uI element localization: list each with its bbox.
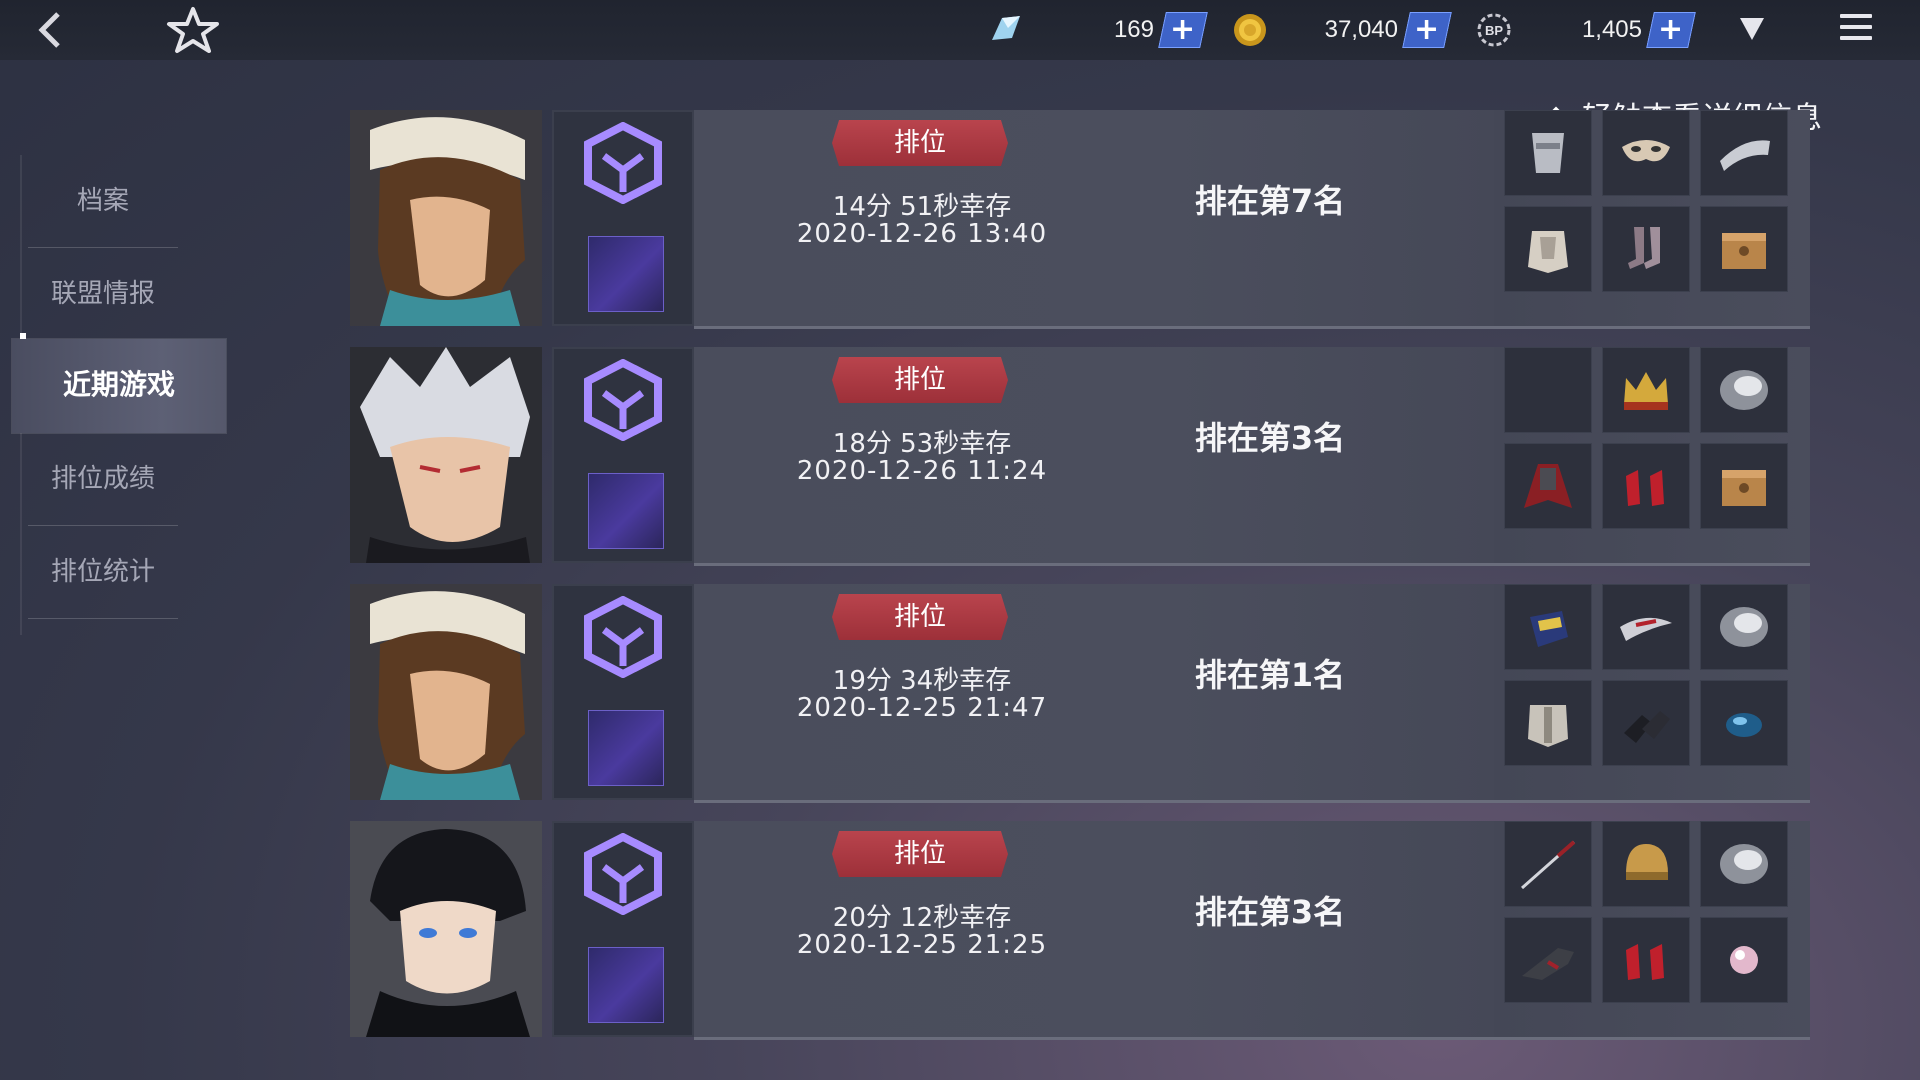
- arm-guard-icon[interactable]: [1700, 110, 1788, 196]
- sidebar-item-alliance-intel[interactable]: 联盟情报: [28, 248, 178, 340]
- character-portrait: [350, 110, 542, 326]
- survive-time: 18分 53秒幸存: [832, 429, 1012, 459]
- mode-badge: 排位: [832, 120, 1008, 166]
- character-thumbnail: [588, 710, 664, 786]
- mode-column: [552, 821, 694, 1037]
- item-grid: [1494, 110, 1810, 329]
- survive-time: 14分 51秒幸存: [832, 192, 1012, 222]
- character-portrait: [350, 584, 542, 800]
- mode-badge: 排位: [832, 831, 1008, 877]
- match-info: 排位 14分 51秒幸存 2020-12-26 13:40 排在第7名: [694, 110, 1494, 329]
- mode-badge: 排位: [832, 594, 1008, 640]
- character-thumbnail: [588, 947, 664, 1023]
- match-date: 2020-12-26 13:40: [796, 219, 1048, 249]
- dark-boots-icon[interactable]: [1602, 680, 1690, 766]
- match-date: 2020-12-25 21:25: [796, 930, 1048, 960]
- match-rank: 排在第7名: [1194, 182, 1346, 220]
- character-thumbnail: [588, 236, 664, 312]
- gun-icon[interactable]: [1504, 917, 1592, 1003]
- sidebar-item-rank-stats[interactable]: 排位统计: [28, 526, 178, 618]
- match-rank: 排在第1名: [1194, 656, 1346, 694]
- red-heels-icon[interactable]: [1602, 917, 1690, 1003]
- favorite-button[interactable]: [165, 6, 221, 54]
- match-info: 排位 20分 12秒幸存 2020-12-25 21:25 排在第3名: [694, 821, 1494, 1040]
- match-row[interactable]: 排位 19分 34秒幸存 2020-12-25 21:47 排在第1名: [350, 584, 1810, 803]
- match-rank: 排在第3名: [1194, 893, 1346, 931]
- mode-column: [552, 110, 694, 326]
- character-portrait: [350, 347, 542, 563]
- glove-icon[interactable]: [1504, 584, 1592, 670]
- cape-icon[interactable]: [1504, 443, 1592, 529]
- crown-icon[interactable]: [1602, 347, 1690, 433]
- supply-box-icon[interactable]: [1700, 443, 1788, 529]
- match-date: 2020-12-26 11:24: [796, 456, 1048, 486]
- item-grid: [1494, 347, 1810, 566]
- match-row[interactable]: 排位 20分 12秒幸存 2020-12-25 21:25 排在第3名: [350, 821, 1810, 1040]
- match-date: 2020-12-25 21:47: [796, 693, 1048, 723]
- chest-armor-icon[interactable]: [1504, 206, 1592, 292]
- pearl-icon[interactable]: [1700, 917, 1788, 1003]
- boots-icon[interactable]: [1602, 206, 1690, 292]
- match-info: 排位 18分 53秒幸存 2020-12-26 11:24 排在第3名: [694, 347, 1494, 566]
- mask-icon[interactable]: [1602, 110, 1690, 196]
- ranked-emblem-icon: [584, 359, 662, 441]
- character-thumbnail: [588, 473, 664, 549]
- sidebar-item-rank-results[interactable]: 排位成绩: [28, 433, 178, 525]
- disc-icon[interactable]: [1700, 347, 1788, 433]
- survive-time: 20分 12秒幸存: [832, 903, 1012, 933]
- sidebar-item-profile[interactable]: 档案: [28, 155, 178, 247]
- disc-icon[interactable]: [1700, 584, 1788, 670]
- mode-badge: 排位: [832, 357, 1008, 403]
- red-heels-icon[interactable]: [1602, 443, 1690, 529]
- empty-slot[interactable]: [1504, 347, 1592, 433]
- star-icon: [167, 7, 219, 53]
- menu-button[interactable]: [1840, 14, 1872, 46]
- helmet-icon[interactable]: [1602, 821, 1690, 907]
- mode-column: [552, 584, 694, 800]
- disc-icon[interactable]: [1700, 821, 1788, 907]
- sidebar-item-recent-games[interactable]: 近期游戏: [12, 339, 226, 433]
- hamburger-icon: [1840, 14, 1872, 18]
- character-portrait: [350, 821, 542, 1037]
- plate-armor-icon[interactable]: [1504, 680, 1592, 766]
- blue-orb-icon[interactable]: [1700, 680, 1788, 766]
- ranked-emblem-icon: [584, 122, 662, 204]
- ribbon-icon[interactable]: [1602, 584, 1690, 670]
- match-row[interactable]: 排位 14分 51秒幸存 2020-12-26 13:40 排在第7名: [350, 110, 1810, 329]
- back-button[interactable]: [30, 8, 74, 52]
- match-info: 排位 19分 34秒幸存 2020-12-25 21:47 排在第1名: [694, 584, 1494, 803]
- mode-column: [552, 347, 694, 563]
- item-grid: [1494, 584, 1810, 803]
- divider: [28, 618, 178, 619]
- back-arrow-icon: [38, 12, 60, 48]
- supply-box-icon[interactable]: [1700, 206, 1788, 292]
- recent-games-list: 排位 14分 51秒幸存 2020-12-26 13:40 排在第7名 排位 1…: [350, 0, 1820, 1080]
- ranked-emblem-icon: [584, 596, 662, 678]
- gauntlet-icon[interactable]: [1504, 110, 1592, 196]
- survive-time: 19分 34秒幸存: [832, 666, 1012, 696]
- match-rank: 排在第3名: [1194, 419, 1346, 457]
- match-row[interactable]: 排位 18分 53秒幸存 2020-12-26 11:24 排在第3名: [350, 347, 1810, 566]
- ranked-emblem-icon: [584, 833, 662, 915]
- katana-icon[interactable]: [1504, 821, 1592, 907]
- item-grid: [1494, 821, 1810, 1040]
